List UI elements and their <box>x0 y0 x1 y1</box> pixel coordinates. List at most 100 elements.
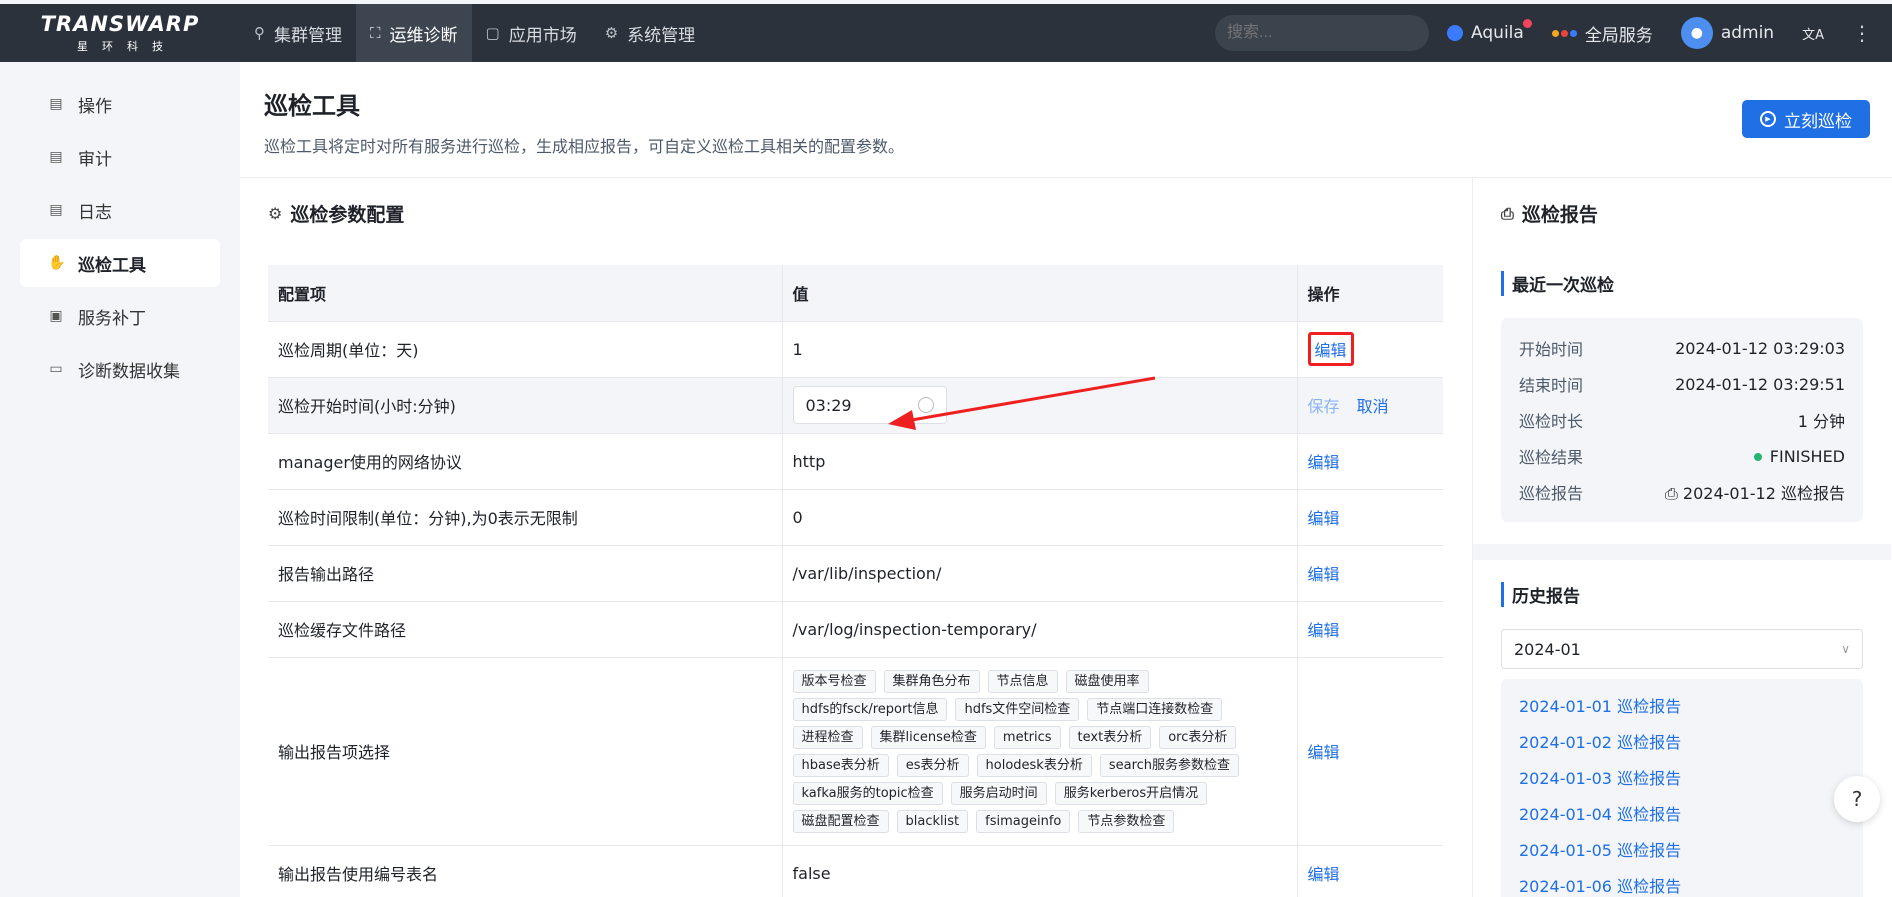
main-content: 巡检工具 巡检工具将定时对所有服务进行巡检，生成相应报告，可自定义巡检工具相关的… <box>240 62 1892 897</box>
sidebar-item-operation[interactable]: ▤ 操作 <box>20 80 220 128</box>
config-title-text: 巡检参数配置 <box>290 204 405 226</box>
aquila-button[interactable]: Aquila <box>1447 19 1532 43</box>
edit-button[interactable]: 编辑 <box>1308 865 1340 884</box>
sidebar-item-service-patch[interactable]: ▣ 服务补丁 <box>20 292 220 340</box>
cluster-icon: ⚲ <box>254 24 265 42</box>
market-icon: ▢ <box>485 24 500 42</box>
more-menu-icon[interactable]: ⋮ <box>1852 21 1872 45</box>
history-report-title: 历史报告 <box>1501 582 1863 607</box>
history-report-link[interactable]: 2024-01-02 巡检报告 <box>1519 723 1845 759</box>
history-report-list: 2024-01-01 巡检报告 2024-01-02 巡检报告 2024-01-03… <box>1501 679 1863 897</box>
report-item-tag: metrics <box>993 725 1061 749</box>
clock-icon <box>917 397 934 413</box>
run-inspection-button[interactable]: ▶ 立刻巡检 <box>1742 100 1870 138</box>
history-report-link[interactable]: 2024-01-01 巡检报告 <box>1519 687 1845 723</box>
success-dot <box>1753 453 1762 461</box>
table-row: 巡检时间限制(单位：分钟),为0表示无限制 0 编辑 <box>268 489 1443 546</box>
report-item-tag: 进程检查 <box>792 725 863 749</box>
action-cell: 编辑 <box>1297 657 1443 846</box>
nav-label: 应用市场 <box>508 25 577 46</box>
info-row: 结束时间 2024-01-12 03:29:51 <box>1519 366 1845 402</box>
history-report-link[interactable]: 2024-01-04 巡检报告 <box>1519 795 1845 831</box>
sidebar-item-log[interactable]: ▤ 日志 <box>20 186 220 234</box>
table-row: 巡检开始时间(小时:分钟) 03:29 保存 取消 <box>268 377 1443 434</box>
latest-report-label: 2024-01-12 巡检报告 <box>1682 484 1845 503</box>
operation-icon: ▤ <box>49 96 63 112</box>
config-name: 巡检缓存文件路径 <box>268 601 783 658</box>
info-value: 2024-01-12 03:29:03 <box>1675 338 1845 358</box>
audit-icon: ▤ <box>49 149 63 165</box>
history-report-link[interactable]: 2024-01-03 巡检报告 <box>1519 759 1845 795</box>
user-menu[interactable]: ● admin <box>1680 17 1774 49</box>
edit-button[interactable]: 编辑 <box>1308 621 1340 640</box>
edit-button[interactable]: 编辑 <box>1308 565 1340 584</box>
action-cell: 编辑 <box>1297 601 1443 658</box>
report-item-tag: 节点信息 <box>987 669 1058 693</box>
edit-button[interactable]: 编辑 <box>1308 743 1340 762</box>
help-icon[interactable]: ? <box>1834 776 1880 822</box>
gear-icon: ⚙ <box>604 24 619 42</box>
sidebar-item-inspection-tool[interactable]: ✋ 巡检工具 <box>20 239 220 287</box>
patch-icon: ▣ <box>49 308 63 324</box>
section-divider <box>1473 544 1891 560</box>
save-button[interactable]: 保存 <box>1308 397 1340 416</box>
content-area: ⚙ 巡检参数配置 配置项 值 操作 巡检周期(单位：天) 1 编辑 巡检开始时间… <box>240 178 1892 897</box>
language-button[interactable]: 文A <box>1802 24 1824 43</box>
report-item-tag: hdfs文件空间检查 <box>955 697 1080 721</box>
sidebar-item-audit[interactable]: ▤ 审计 <box>20 133 220 181</box>
table-row: manager使用的网络协议 http 编辑 <box>268 433 1443 490</box>
nav-app-market[interactable]: ▢ 应用市场 <box>472 4 591 62</box>
header-action: 操作 <box>1297 265 1443 322</box>
report-item-tag: 节点参数检查 <box>1078 809 1175 833</box>
config-value: /var/lib/inspection/ <box>782 545 1298 602</box>
play-icon: ▶ <box>1760 111 1776 127</box>
chevron-down-icon: ∨ <box>1841 642 1850 656</box>
table-row: 输出报告项选择 版本号检查 集群角色分布 节点信息 磁盘使用率 hdfs的fsck/re… <box>268 657 1443 846</box>
history-report-link[interactable]: 2024-01-05 巡检报告 <box>1519 831 1845 867</box>
nav-cluster-management[interactable]: ⚲ 集群管理 <box>240 4 356 62</box>
sidebar-item-label: 服务补丁 <box>78 308 146 329</box>
config-name: 报告输出路径 <box>268 545 783 602</box>
report-item-tag: 集群license检查 <box>870 725 986 749</box>
sidebar-item-diagnostic-data[interactable]: ▭ 诊断数据收集 <box>20 345 220 393</box>
table-row: 巡检周期(单位：天) 1 编辑 <box>268 321 1443 378</box>
run-inspection-label: 立刻巡检 <box>1784 111 1852 132</box>
time-input[interactable]: 03:29 <box>792 386 947 424</box>
search-input[interactable] <box>1215 15 1430 51</box>
report-item-tag: 集群角色分布 <box>883 669 980 693</box>
config-value: http <box>782 433 1298 490</box>
log-icon: ▤ <box>49 202 63 218</box>
latest-report-link[interactable]: ⎙ 2024-01-12 巡检报告 <box>1665 480 1845 504</box>
globe-icon <box>1447 25 1464 41</box>
edit-button[interactable]: 编辑 <box>1307 332 1354 366</box>
diagnose-icon: ⛶ <box>370 24 381 42</box>
latest-inspection-info: 开始时间 2024-01-12 03:29:03 结束时间 2024-01-12… <box>1501 318 1863 522</box>
config-name: 巡检时间限制(单位：分钟),为0表示无限制 <box>268 489 783 546</box>
page-description: 巡检工具将定时对所有服务进行巡检，生成相应报告，可自定义巡检工具相关的配置参数。 <box>264 137 905 156</box>
config-value: 1 <box>782 321 1298 378</box>
edit-button[interactable]: 编辑 <box>1308 509 1340 528</box>
database-icon: ▭ <box>49 361 63 377</box>
nav-ops-diagnosis[interactable]: ⛶ 运维诊断 <box>356 4 472 62</box>
sidebar-item-label: 日志 <box>78 202 112 223</box>
edit-button[interactable]: 编辑 <box>1308 453 1340 472</box>
config-value-cell: 版本号检查 集群角色分布 节点信息 磁盘使用率 hdfs的fsck/report信息 hd… <box>782 657 1298 846</box>
history-report-link[interactable]: 2024-01-06 巡检报告 <box>1519 867 1845 897</box>
cancel-button[interactable]: 取消 <box>1357 397 1389 416</box>
report-item-tag: 磁盘使用率 <box>1065 669 1149 693</box>
logo[interactable]: TRANSWARP 星环科技 <box>0 4 240 62</box>
table-row: 报告输出路径 /var/lib/inspection/ 编辑 <box>268 545 1443 602</box>
month-select[interactable]: 2024-01 ∨ <box>1501 629 1863 669</box>
report-item-tag: fsimageinfo <box>976 809 1071 833</box>
table-row: 输出报告使用编号表名 false 编辑 <box>268 845 1443 897</box>
config-panel: ⚙ 巡检参数配置 配置项 值 操作 巡检周期(单位：天) 1 编辑 巡检开始时间… <box>240 178 1473 897</box>
info-row: 开始时间 2024-01-12 03:29:03 <box>1519 330 1845 366</box>
nav-system-management[interactable]: ⚙ 系统管理 <box>591 4 709 62</box>
global-service-button[interactable]: 全局服务 <box>1551 21 1653 46</box>
report-panel: ⎙ 巡检报告 最近一次巡检 开始时间 2024-01-12 03:29:03 结… <box>1473 178 1891 897</box>
action-cell: 编辑 <box>1297 321 1443 378</box>
aquila-label: Aquila <box>1471 23 1524 43</box>
services-icon <box>1551 29 1577 37</box>
status-text: FINISHED <box>1769 446 1845 466</box>
hand-icon: ✋ <box>48 255 66 271</box>
